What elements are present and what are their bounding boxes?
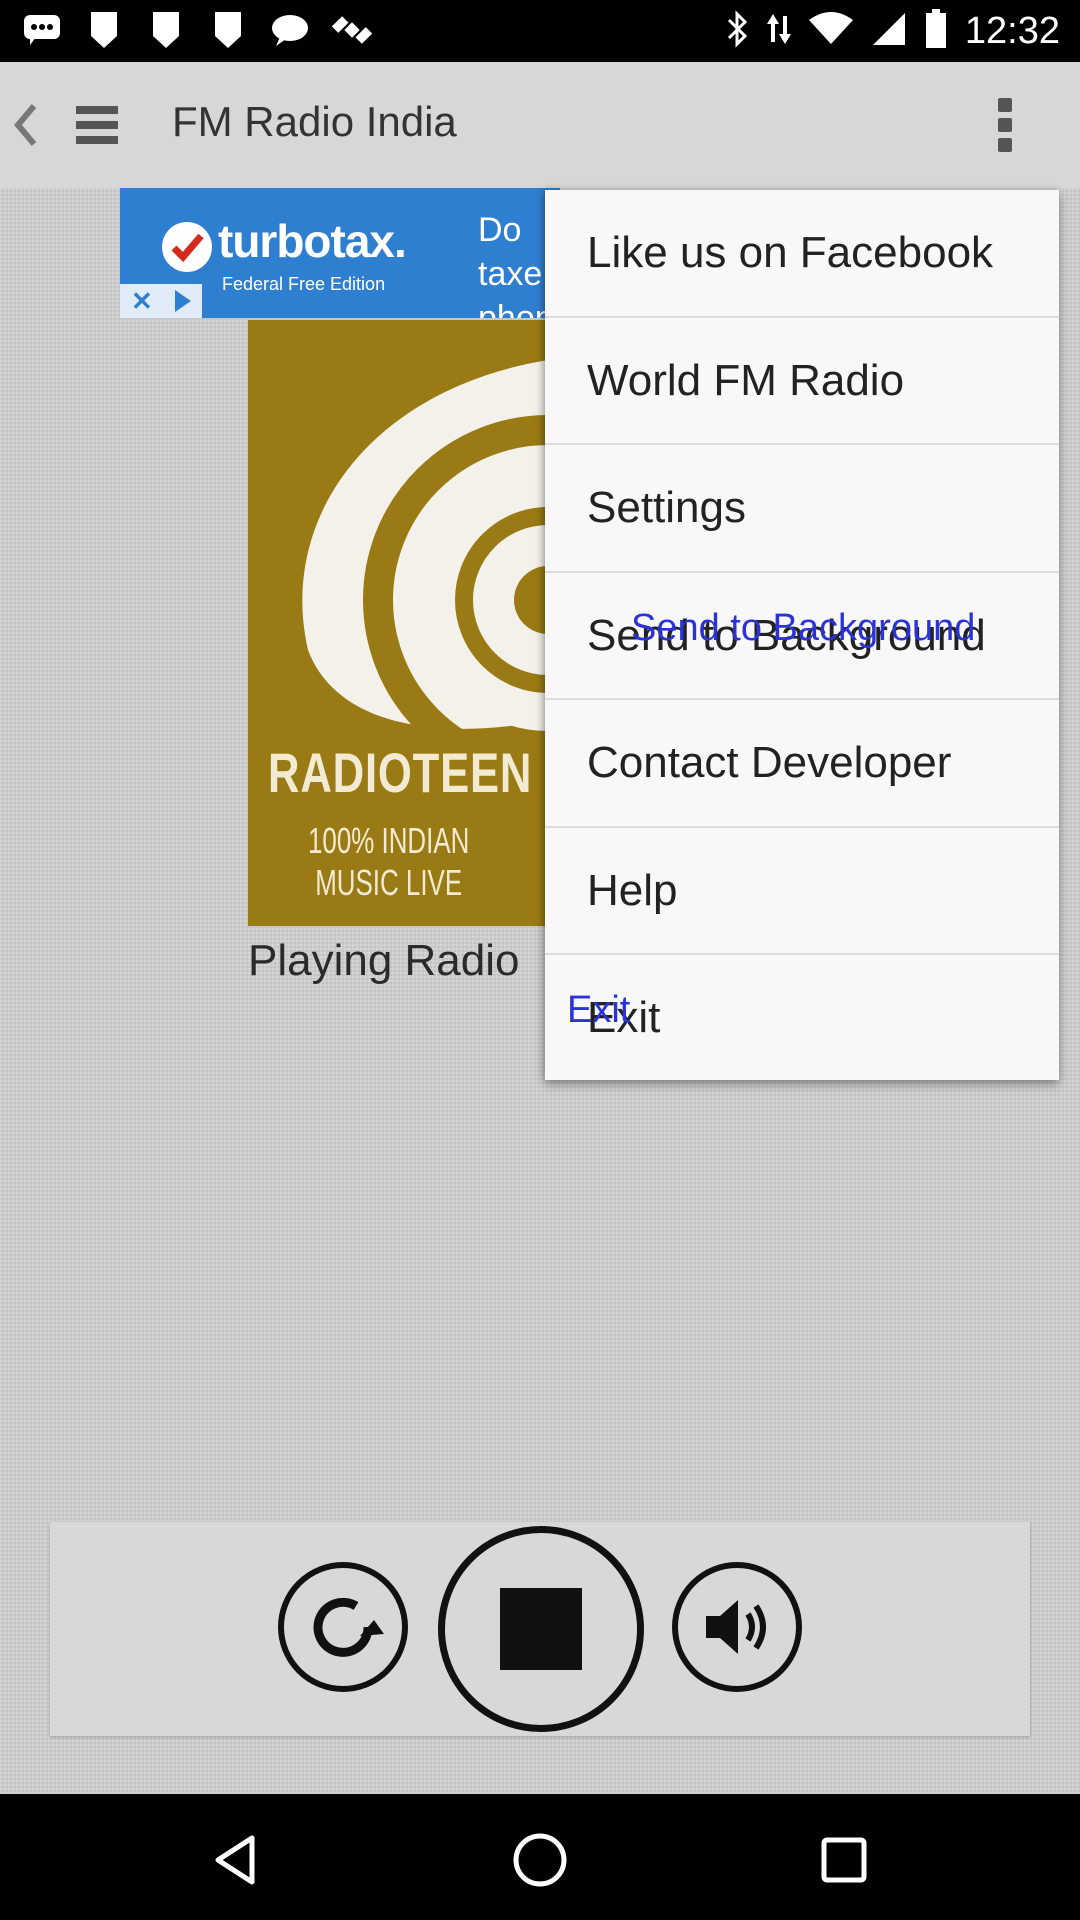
menu-item-world-fm-radio[interactable]: World FM Radio (545, 318, 1059, 445)
recents-square-icon[interactable] (804, 1820, 884, 1900)
stop-button[interactable] (438, 1526, 644, 1732)
station-name: RADIOTEEN (268, 741, 533, 804)
bluetooth-icon (725, 9, 749, 53)
data-arrows-icon (766, 10, 791, 53)
menu-item-label: Contact Developer (587, 738, 952, 787)
app-bar: FM Radio India (0, 62, 1080, 188)
ad-choices[interactable]: ✕ (120, 284, 202, 318)
alert-icon (208, 10, 248, 50)
menu-item-label: World FM Radio (587, 355, 905, 405)
wifi-icon (808, 11, 853, 51)
volume-button[interactable] (672, 1562, 802, 1692)
menu-item-like-facebook[interactable]: Like us on Facebook (545, 190, 1059, 318)
menu-item-contact-developer[interactable]: Contact Developer (545, 700, 1059, 828)
refresh-button[interactable] (278, 1562, 408, 1692)
adchoices-icon[interactable] (174, 290, 191, 312)
overlay-label-send-to-background: Send to Background (631, 606, 976, 649)
notification-icons (22, 10, 372, 50)
more-vert-icon[interactable] (990, 98, 1020, 152)
overlay-label-exit: Exit (567, 989, 631, 1031)
overflow-menu: Like us on Facebook World FM Radio Setti… (545, 190, 1059, 1080)
alert-icon (146, 10, 186, 50)
now-playing-label: Playing Radio (248, 936, 520, 985)
stop-icon (500, 1588, 582, 1670)
menu-item-send-to-background[interactable]: Send to Background Send to Background (545, 573, 1059, 700)
menu-item-help[interactable]: Help (545, 828, 1059, 955)
signal-icon (871, 11, 907, 52)
refresh-icon (313, 1597, 384, 1657)
battery-icon (925, 8, 947, 54)
alert-icon (84, 10, 124, 50)
system-status-icons: 12:32 (725, 6, 1060, 56)
menu-item-label: Settings (587, 483, 746, 532)
radio-waves-logo-icon (302, 360, 568, 785)
chevron-left-icon[interactable] (10, 102, 40, 148)
volume-icon (706, 1600, 766, 1654)
status-bar: 12:32 (0, 0, 1080, 62)
ad-brand: turbotax. (218, 215, 407, 267)
menu-item-label: Like us on Facebook (587, 228, 994, 277)
home-circle-icon[interactable] (500, 1820, 580, 1900)
menu-item-label: Help (587, 865, 678, 915)
station-tagline: 100% INDIAN MUSIC LIVE (308, 820, 470, 903)
menu-item-exit[interactable]: Exit Exit (545, 955, 1059, 1083)
station-logo: RADIOTEEN 100% INDIAN MUSIC LIVE (248, 320, 568, 926)
player-controls (50, 1522, 1030, 1736)
chat-icon (270, 10, 310, 50)
gps-satellite-icon (332, 10, 372, 50)
navigation-bar (0, 1794, 1080, 1920)
back-triangle-icon[interactable] (196, 1820, 276, 1900)
checkmark-icon (162, 222, 212, 272)
page-title: FM Radio India (172, 98, 457, 145)
messages-icon (22, 10, 62, 50)
menu-item-settings[interactable]: Settings (545, 445, 1059, 573)
close-icon[interactable]: ✕ (131, 286, 153, 317)
hamburger-menu-icon[interactable] (76, 106, 118, 144)
clock: 12:32 (964, 9, 1060, 52)
ad-subtitle: Federal Free Edition (222, 274, 386, 294)
